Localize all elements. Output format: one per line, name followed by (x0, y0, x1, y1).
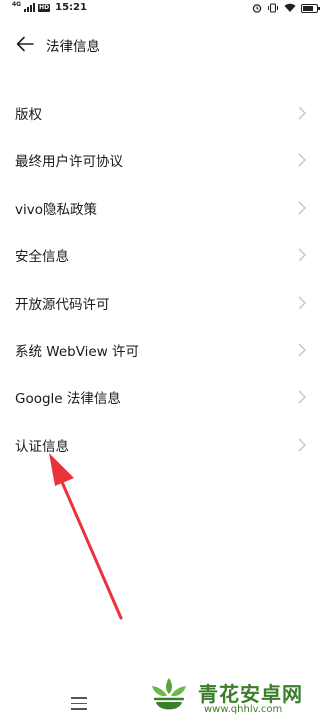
battery-icon (301, 3, 320, 13)
list-item-copyright[interactable]: 版权 (0, 90, 328, 137)
vibrate-icon (268, 3, 278, 13)
chevron-right-icon (298, 438, 306, 452)
list-item-label: 最终用户许可协议 (15, 154, 123, 171)
back-button[interactable] (12, 32, 38, 56)
chevron-right-icon (298, 201, 306, 215)
status-left: 4G HD 15:21 (12, 0, 87, 13)
status-right (252, 3, 320, 13)
watermark-url: www.qhhlv.com (204, 704, 283, 715)
list-item-label: 系统 WebView 许可 (15, 343, 140, 360)
page-title: 法律信息 (46, 39, 100, 55)
chevron-right-icon (298, 296, 306, 310)
chevron-right-icon (298, 390, 306, 404)
list-item-label: 认证信息 (15, 438, 69, 455)
status-time: 15:21 (55, 2, 87, 13)
alarm-icon (252, 4, 262, 13)
header: 法律信息 (0, 28, 328, 60)
list-item-label: 安全信息 (15, 249, 69, 266)
list-item-eula[interactable]: 最终用户许可协议 (0, 137, 328, 184)
list-item-label: 版权 (15, 107, 42, 123)
list-item-webview-license[interactable]: 系统 WebView 许可 (0, 327, 328, 374)
list-item-privacy-policy[interactable]: vivo隐私政策 (0, 185, 328, 232)
list-item-label: vivo隐私政策 (15, 201, 97, 218)
list-item-google-legal[interactable]: Google 法律信息 (0, 374, 328, 421)
list-item-open-source-licenses[interactable]: 开放源代码许可 (0, 280, 328, 327)
watermark: 青花安卓网 www.qhhlv.com (146, 674, 322, 722)
chevron-right-icon (298, 153, 306, 167)
status-bar: 4G HD 15:21 (0, 0, 328, 18)
list-item-safety-info[interactable]: 安全信息 (0, 232, 328, 279)
list-item-label: Google 法律信息 (15, 391, 121, 408)
chevron-right-icon (298, 343, 306, 357)
watermark-logo (152, 678, 186, 710)
signal-icon (24, 3, 36, 12)
chevron-right-icon (298, 106, 306, 120)
menu-icon[interactable] (71, 697, 87, 711)
watermark-name: 青花安卓网 (198, 682, 303, 706)
legal-info-list: 版权 最终用户许可协议 vivo隐私政策 安全信息 开放源代码许可 系统 Web… (0, 90, 328, 469)
network-type: 4G (12, 0, 22, 8)
list-item-label: 开放源代码许可 (15, 296, 110, 313)
hd-badge: HD (38, 3, 51, 12)
wifi-icon (284, 3, 296, 12)
back-arrow-icon (16, 36, 34, 52)
chevron-right-icon (298, 248, 306, 262)
list-item-certification-info[interactable]: 认证信息 (0, 422, 328, 469)
